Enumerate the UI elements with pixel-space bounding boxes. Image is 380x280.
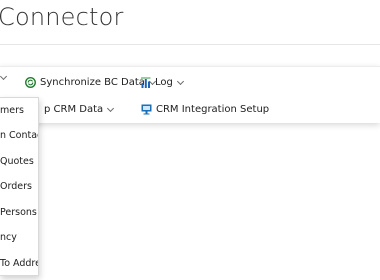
page: Connector Synchronize BC Data Log p CRM …	[0, 0, 380, 280]
map-crm-data-label: p CRM Data	[44, 104, 104, 115]
dropdown-item-address[interactable]: To Address	[0, 254, 38, 274]
dropdown-item-orders[interactable]: Orders	[0, 177, 32, 197]
dropdown-item-quotes[interactable]: Quotes	[0, 152, 34, 172]
log-button[interactable]: Log	[141, 77, 184, 88]
chevron-down-icon	[176, 77, 184, 85]
chevron-down-icon	[0, 72, 8, 81]
chevron-down-icon	[107, 104, 115, 112]
dropdown-item-contacts[interactable]: n Contacts	[0, 126, 38, 146]
crm-integration-setup-button[interactable]: CRM Integration Setup	[141, 104, 269, 115]
action-bar: Synchronize BC Data Log p CRM Data CRM I…	[0, 66, 380, 123]
truncated-menu-button[interactable]	[0, 72, 8, 81]
dropdown-menu: mers n Contacts Quotes Orders Persons nc…	[0, 97, 39, 276]
crm-integration-setup-label: CRM Integration Setup	[156, 104, 270, 115]
map-crm-data-button[interactable]: p CRM Data	[44, 104, 115, 115]
bar-chart-icon	[141, 77, 151, 88]
log-label: Log	[155, 77, 173, 88]
page-title: Connector	[0, 3, 124, 31]
dropdown-item-currency[interactable]: ncy	[0, 228, 17, 248]
synchronize-bc-data-label: Synchronize BC Data	[40, 77, 145, 88]
title-divider	[0, 44, 380, 45]
dropdown-item-persons[interactable]: Persons	[0, 203, 37, 223]
sync-circle-icon	[25, 77, 36, 88]
dropdown-item-customers[interactable]: mers	[0, 101, 24, 121]
monitor-icon	[141, 104, 152, 115]
synchronize-bc-data-button[interactable]: Synchronize BC Data	[25, 77, 156, 88]
